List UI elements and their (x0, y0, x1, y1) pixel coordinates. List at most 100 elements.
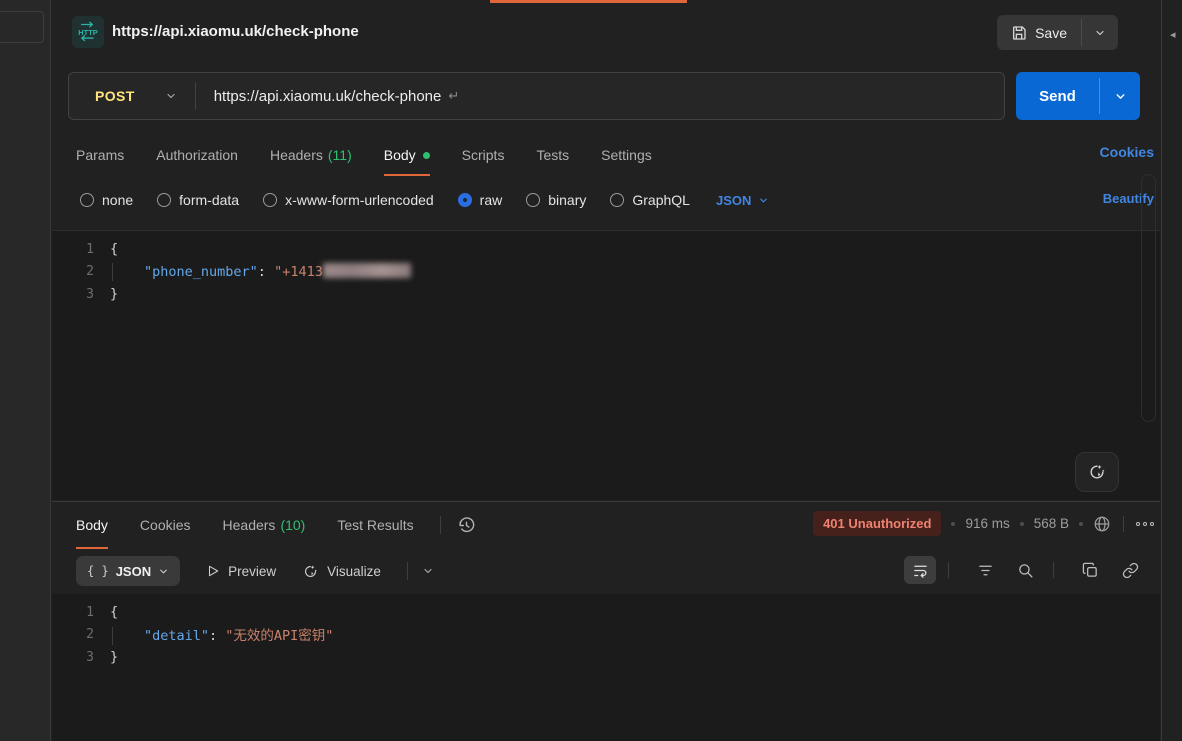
chevron-down-icon[interactable] (165, 90, 177, 102)
response-tab-body[interactable]: Body (76, 502, 108, 549)
code-line: 1 { (52, 601, 1160, 624)
code-line: 3 } (52, 646, 1160, 669)
save-icon (1011, 25, 1027, 41)
tab-headers[interactable]: Headers(11) (270, 134, 352, 176)
save-options-button[interactable] (1082, 15, 1118, 50)
search-icon (1017, 562, 1034, 579)
radio-urlencoded[interactable]: x-www-form-urlencoded (263, 192, 434, 208)
request-tabs: Params Authorization Headers(11) Body Sc… (52, 134, 1160, 176)
divider (440, 516, 441, 534)
headers-count: (11) (328, 147, 352, 163)
postbot-button[interactable] (1075, 452, 1119, 492)
collapse-panel-icon[interactable]: ◂ (1170, 28, 1176, 41)
request-url-bar: POST https://api.xiaomu.uk/check-phone ↵… (52, 72, 1160, 120)
request-title: https://api.xiaomu.uk/check-phone (112, 23, 359, 40)
line-number: 3 (52, 287, 110, 302)
right-sidebar: ◂ (1161, 0, 1182, 741)
left-sidebar (0, 0, 51, 741)
response-body-editor[interactable]: 1 { 2 "detail": "无效的API密钥" 3 } (52, 594, 1160, 741)
save-label: Save (1035, 25, 1067, 41)
save-button[interactable]: Save (997, 15, 1081, 50)
wrap-text-button[interactable] (904, 556, 936, 584)
cookies-link[interactable]: Cookies (1100, 144, 1154, 160)
line-number: 1 (52, 605, 110, 620)
request-body-editor[interactable]: 1 { 2 "phone_number": "+1413 3 } (52, 230, 1160, 500)
line-number: 2 (52, 627, 110, 642)
sidebar-collapsed-item[interactable] (0, 11, 44, 43)
request-tab-header: HTTP https://api.xiaomu.uk/check-phone S… (52, 3, 1160, 63)
more-options-icon[interactable] (1136, 522, 1154, 526)
radio-form-data[interactable]: form-data (157, 192, 239, 208)
tab-tests[interactable]: Tests (536, 134, 569, 176)
send-options-button[interactable] (1100, 72, 1140, 120)
visualize-sparkle-icon (302, 563, 319, 580)
radio-binary[interactable]: binary (526, 192, 586, 208)
response-history-icon[interactable] (457, 516, 476, 535)
divider (407, 562, 408, 580)
braces-icon: { } (87, 564, 109, 578)
dot-separator (951, 522, 955, 526)
divider (1123, 516, 1124, 532)
save-button-group: Save (997, 15, 1118, 50)
dot-separator (1079, 522, 1083, 526)
line-number: 3 (52, 650, 110, 665)
filter-icon (977, 562, 994, 579)
chevron-down-icon (758, 195, 769, 206)
tab-body[interactable]: Body (384, 134, 430, 176)
method-selector[interactable]: POST (95, 88, 135, 104)
preview-button[interactable]: Preview (206, 564, 276, 579)
response-format-dropdown[interactable]: { } JSON (76, 556, 180, 586)
response-tab-test-results[interactable]: Test Results (337, 502, 413, 549)
link-icon (1122, 562, 1139, 579)
network-globe-icon[interactable] (1093, 515, 1111, 533)
response-toolbar-icons (896, 556, 1146, 584)
raw-format-dropdown[interactable]: JSON (716, 193, 769, 208)
search-button[interactable] (1009, 556, 1041, 584)
code-line: 1 { (52, 238, 1160, 261)
copy-icon (1082, 562, 1099, 579)
radio-graphql[interactable]: GraphQL (610, 192, 690, 208)
indent-guide (112, 263, 113, 281)
response-meta: 401 Unauthorized 916 ms 568 B (813, 511, 1154, 536)
postbot-sparkle-icon (1087, 462, 1107, 482)
tab-scripts[interactable]: Scripts (462, 134, 505, 176)
indent-guide (112, 627, 113, 645)
enter-hint-icon: ↵ (448, 88, 459, 104)
divider (948, 562, 949, 578)
body-modified-dot (423, 152, 430, 159)
line-number: 2 (52, 264, 110, 279)
wrap-text-icon (912, 562, 929, 579)
redacted-phone-blur (323, 263, 411, 278)
http-request-icon: HTTP (72, 16, 104, 48)
copy-button[interactable] (1074, 556, 1106, 584)
dot-separator (1020, 522, 1024, 526)
radio-none[interactable]: none (80, 192, 133, 208)
editor-scrollbar[interactable] (1141, 174, 1156, 422)
line-number: 1 (52, 242, 110, 257)
response-headers-count: (10) (280, 517, 305, 533)
chevron-down-icon (1094, 27, 1106, 39)
radio-raw[interactable]: raw (458, 192, 503, 208)
status-badge[interactable]: 401 Unauthorized (813, 511, 941, 536)
visualize-button[interactable]: Visualize (302, 563, 381, 580)
code-line: 2 "detail": "无效的API密钥" (52, 624, 1160, 647)
filter-button[interactable] (969, 556, 1001, 584)
url-input[interactable]: https://api.xiaomu.uk/check-phone (214, 88, 442, 105)
link-button[interactable] (1114, 556, 1146, 584)
body-type-selector: none form-data x-www-form-urlencoded raw… (52, 183, 1160, 217)
code-line: 2 "phone_number": "+1413 (52, 261, 1160, 284)
tab-settings[interactable]: Settings (601, 134, 652, 176)
code-line: 3 } (52, 283, 1160, 306)
chevron-down-icon[interactable] (422, 565, 434, 577)
url-input-container: POST https://api.xiaomu.uk/check-phone ↵ (68, 72, 1005, 120)
response-size: 568 B (1034, 516, 1069, 531)
tab-authorization[interactable]: Authorization (156, 134, 238, 176)
tab-params[interactable]: Params (76, 134, 124, 176)
response-tab-cookies[interactable]: Cookies (140, 502, 191, 549)
play-icon (206, 564, 220, 578)
send-button-group: Send (1016, 72, 1140, 120)
divider (1053, 562, 1054, 578)
response-tab-headers[interactable]: Headers(10) (223, 502, 306, 549)
chevron-down-icon (1114, 90, 1127, 103)
send-button[interactable]: Send (1016, 72, 1099, 120)
